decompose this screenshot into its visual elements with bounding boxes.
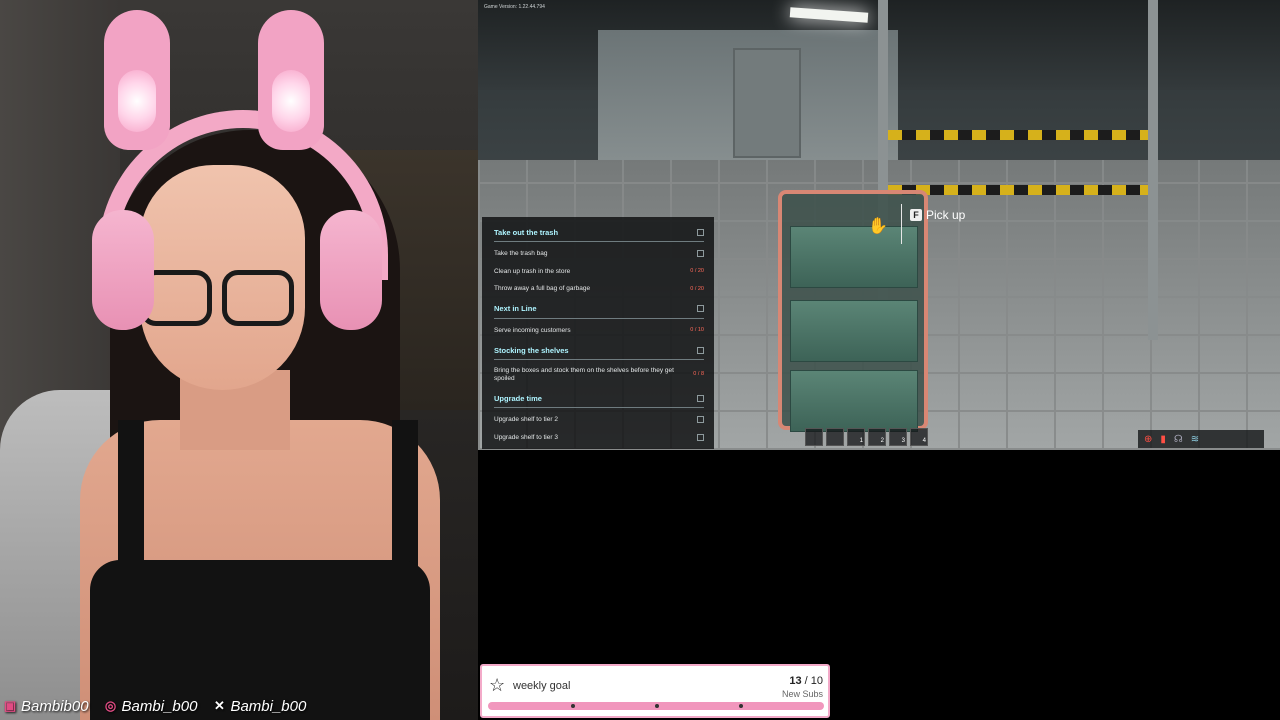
task-checkbox — [697, 228, 704, 236]
task-checkbox — [697, 346, 704, 354]
task-checkbox — [697, 394, 704, 402]
social-handles: ▣ Bambib00 ◎ Bambi_b00 ✕ Bambi_b00 — [0, 692, 478, 720]
task-item: Upgrade shelf to tier 2 — [494, 411, 704, 429]
star-icon: ☆ — [489, 675, 506, 695]
social-handle: Bambib00 — [21, 697, 89, 715]
task-checkbox — [697, 250, 704, 258]
prompt-divider — [901, 204, 902, 244]
hotbar-slot-3[interactable]: 3 — [889, 428, 907, 446]
inventory-hotbar[interactable]: 1 2 3 4 — [805, 428, 928, 446]
health-icon: ⊕ — [1144, 433, 1153, 445]
hand-icon: ✋ — [868, 218, 888, 235]
task-section: Stocking the shelves Bring the boxes and… — [494, 341, 704, 387]
hotbar-slot-2[interactable]: 2 — [868, 428, 886, 446]
task-heading: Stocking the shelves — [494, 341, 704, 360]
bunny-ear-glow — [272, 70, 310, 132]
task-section: Upgrade time Upgrade shelf to tier 2 Upg… — [494, 389, 704, 446]
progress-tick — [571, 704, 575, 708]
weekly-goal-count: 13 / 10 — [789, 675, 823, 687]
task-checkbox — [697, 416, 704, 424]
status-bar: ⊕ ▮ ☊ ≋ — [1138, 430, 1264, 448]
task-section: Next in Line Serve incoming customers 0 /… — [494, 300, 704, 340]
stream-layout: ▣ Bambib00 ◎ Bambi_b00 ✕ Bambi_b00 Game … — [0, 0, 1280, 720]
energy-icon: ▮ — [1160, 433, 1166, 445]
bunny-ear-right — [258, 10, 324, 150]
box-cart[interactable] — [778, 190, 928, 432]
weekly-goal-widget: ☆ weekly goal 13 / 10 New Subs — [480, 664, 830, 718]
social-handle: Bambi_b00 — [121, 697, 198, 715]
stamina-icon: ≋ — [1190, 433, 1200, 445]
bunny-ear-glow — [118, 70, 156, 132]
bunny-ear-left — [104, 10, 170, 150]
progress-tick — [739, 704, 743, 708]
webcam-feed: ▣ Bambib00 ◎ Bambi_b00 ✕ Bambi_b00 — [0, 0, 478, 720]
pickup-label: Pick up — [926, 208, 966, 222]
task-item: Bring the boxes and stock them on the sh… — [494, 366, 704, 382]
lungs-icon: ☊ — [1173, 433, 1183, 445]
task-item: Serve incoming customers 0 / 10 — [494, 326, 704, 334]
weekly-goal-progress — [488, 702, 824, 710]
hotbar-slot-4[interactable]: 4 — [910, 428, 928, 446]
game-version: Game Version: 1.22.44.794 — [484, 4, 545, 10]
task-item: Upgrade shelf to tier 3 — [494, 429, 704, 447]
hotbar-slot-1[interactable]: 1 — [847, 428, 865, 446]
top-strap-right — [392, 420, 418, 580]
x-icon: ✕ — [213, 698, 225, 713]
warehouse-door — [733, 48, 801, 158]
headphone-cup-right — [320, 210, 382, 330]
twitch-icon: ▣ — [3, 698, 17, 713]
headphone-cup-left — [92, 210, 154, 330]
weekly-goal-label: New Subs — [781, 689, 823, 699]
weekly-goal-title: weekly goal — [513, 680, 571, 692]
pickup-key: F — [910, 209, 922, 221]
social-x: ✕ Bambi_b00 — [211, 698, 306, 715]
task-item: Take the trash bag — [494, 245, 704, 263]
product-box[interactable] — [790, 300, 918, 362]
product-box[interactable] — [790, 226, 918, 288]
task-item: Throw away a full bag of garbage 0 / 20 — [494, 285, 704, 293]
task-heading: Next in Line — [494, 300, 704, 319]
social-instagram: ◎ Bambi_b00 — [103, 698, 198, 715]
hotbar-slot-empty[interactable] — [826, 428, 844, 446]
task-heading: Take out the trash — [494, 223, 704, 242]
task-item: Clean up trash in the store 0 / 20 — [494, 267, 704, 275]
task-checkbox — [697, 433, 704, 441]
hazard-stripe — [888, 130, 1148, 140]
product-box[interactable] — [790, 370, 918, 432]
instagram-icon: ◎ — [104, 698, 117, 713]
progress-tick — [655, 704, 659, 708]
social-twitch: ▣ Bambib00 — [2, 698, 89, 715]
task-heading: Upgrade time — [494, 389, 704, 408]
task-section: Take out the trash Take the trash bag Cl… — [494, 223, 704, 298]
social-handle: Bambi_b00 — [230, 697, 307, 715]
task-panel: Take out the trash Take the trash bag Cl… — [482, 217, 714, 449]
hotbar-slot-empty[interactable] — [805, 428, 823, 446]
game-viewport[interactable]: Game Version: 1.22.44.794 ✋ F Pick up Ta… — [478, 0, 1280, 450]
top-strap-left — [118, 420, 144, 580]
task-checkbox — [697, 305, 704, 312]
